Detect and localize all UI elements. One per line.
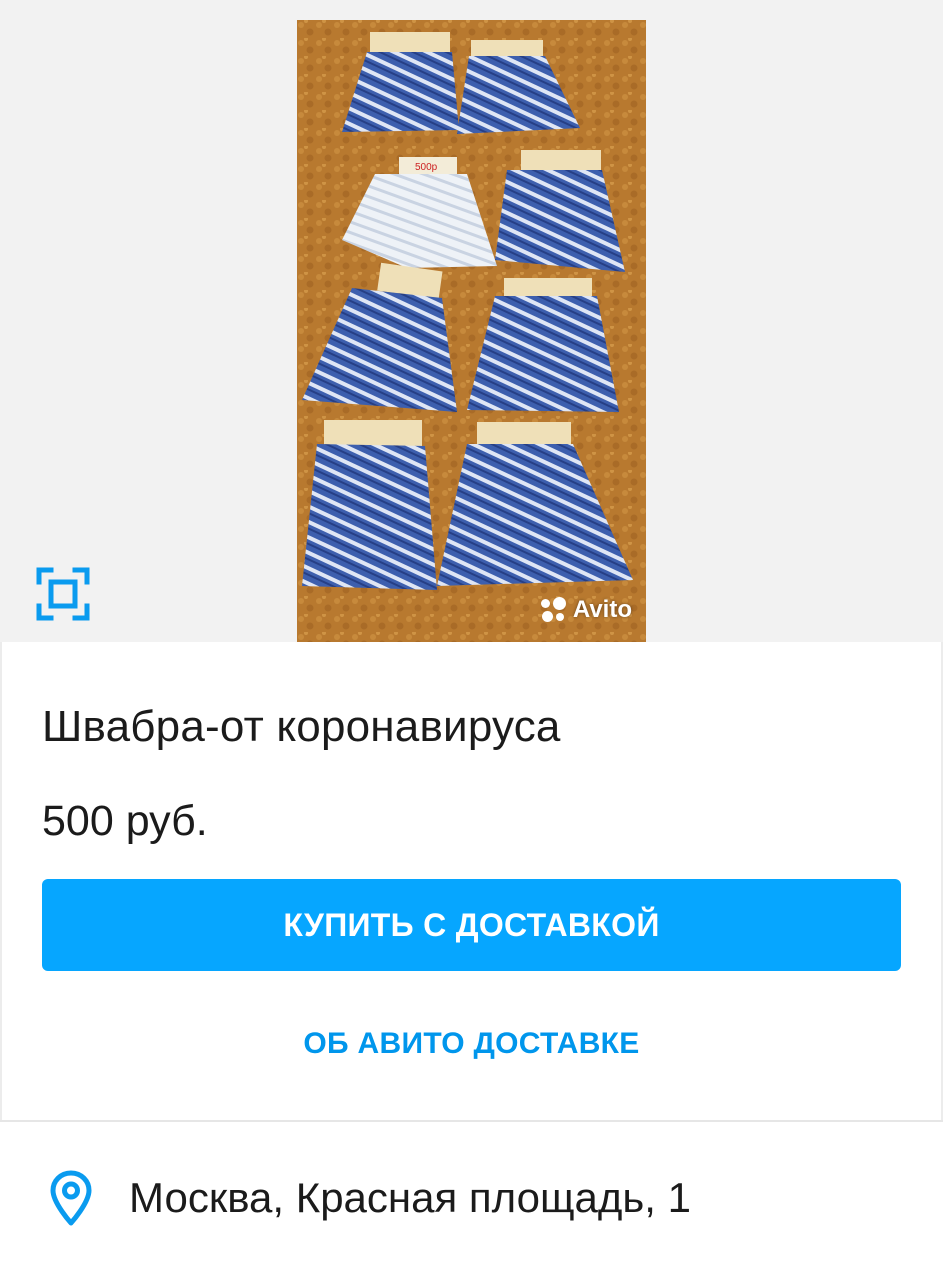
location-row[interactable]: Москва, Красная площадь, 1 (50, 1170, 691, 1226)
avito-logo-icon (540, 597, 567, 623)
about-avito-delivery-link[interactable]: ОБ АВИТО ДОСТАВКЕ (0, 1027, 943, 1061)
buy-with-delivery-button[interactable]: КУПИТЬ С ДОСТАВКОЙ (42, 879, 901, 971)
listing-price: 500 руб. (42, 797, 208, 845)
mop-heads-image: 500р (297, 20, 646, 642)
watermark-text: Avito (572, 596, 632, 623)
location-address: Москва, Красная площадь, 1 (129, 1174, 691, 1221)
listing-title: Швабра-от коронавируса (42, 702, 561, 751)
map-pin-icon (50, 1170, 92, 1226)
section-divider (0, 1120, 943, 1122)
fullscreen-frame-icon (36, 567, 90, 621)
photo-gallery[interactable]: 500р Avito (0, 0, 943, 642)
price-tag-text: 500р (415, 162, 438, 173)
fullscreen-button[interactable] (36, 567, 90, 621)
listing-photo[interactable]: 500р Avito (297, 20, 646, 642)
avito-watermark: Avito (540, 596, 632, 624)
